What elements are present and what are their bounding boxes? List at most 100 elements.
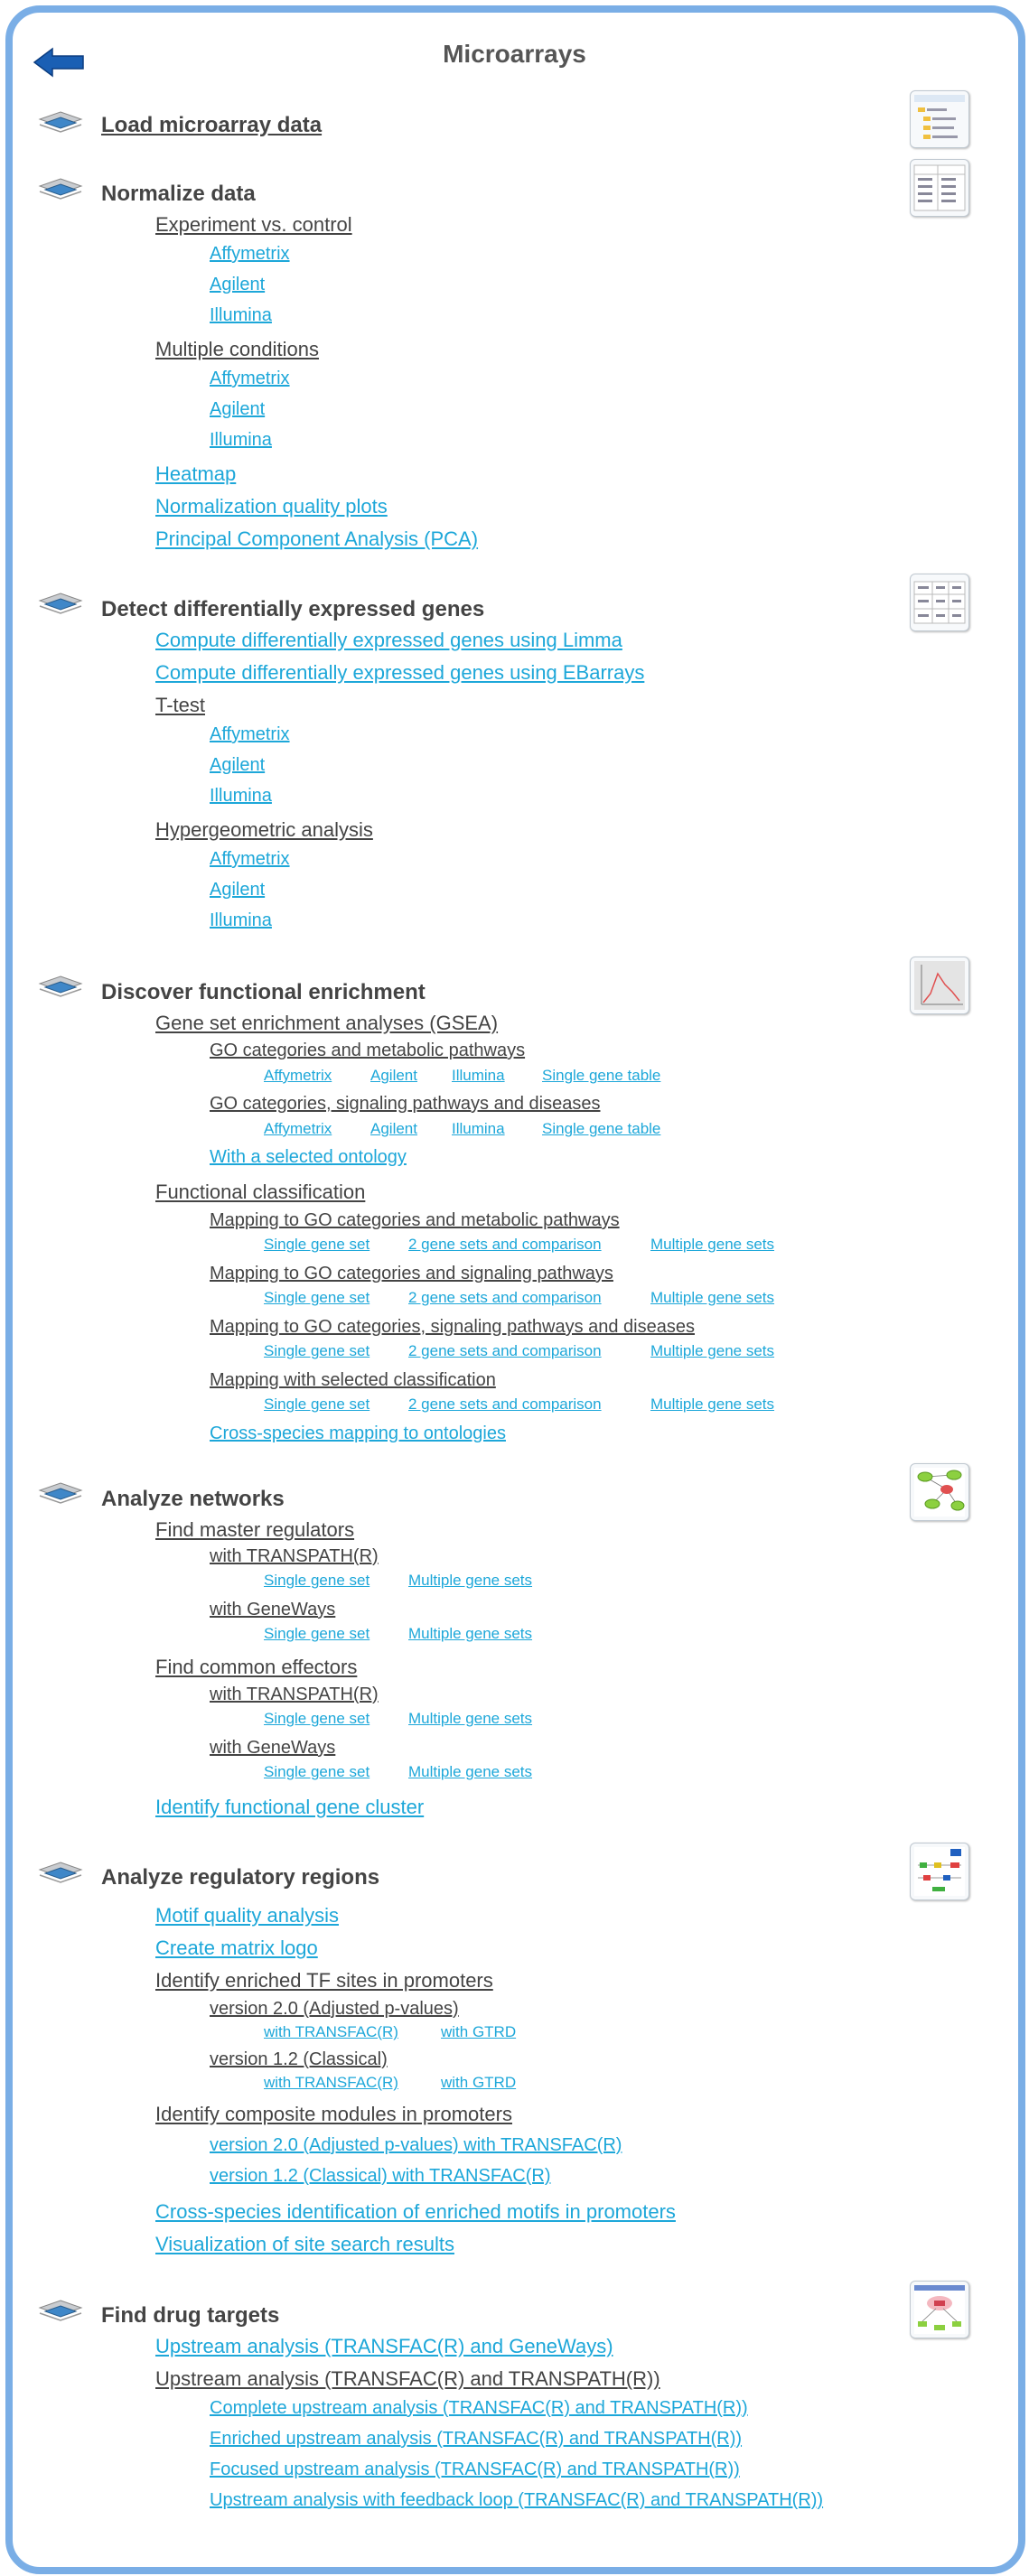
regulatory-regions-thumbnail: [910, 1843, 969, 1900]
complete-upstream-link[interactable]: Complete upstream analysis (TRANSFAC(R) …: [210, 2398, 748, 2419]
limma-link[interactable]: Compute differentially expressed genes u…: [155, 629, 622, 652]
normalize-thumbnail: [910, 159, 969, 217]
mr-transpath-label: with TRANSPATH(R): [210, 1546, 379, 1566]
section-stack-icon: [38, 2300, 83, 2321]
gsea-go-metabolic-single-gene-table-link[interactable]: Single gene table: [542, 1067, 660, 1085]
multiple-conditions-label: Multiple conditions: [155, 338, 319, 360]
master-regulators-label: Find master regulators: [155, 1518, 355, 1541]
experiment-vs-control-label: Experiment vs. control: [155, 213, 352, 236]
matrix-logo-link[interactable]: Create matrix logo: [155, 1937, 318, 1960]
focused-upstream-link[interactable]: Focused upstream analysis (TRANSFAC(R) a…: [210, 2459, 740, 2480]
mr-geneways-label: with GeneWays: [210, 1600, 336, 1619]
selected-ontology-link[interactable]: With a selected ontology: [210, 1147, 407, 1168]
enrichment-chart-thumbnail: [910, 957, 969, 1014]
evc-illumina-link[interactable]: Illumina: [210, 305, 272, 326]
gsea-go-signaling-affymetrix-link[interactable]: Affymetrix: [264, 1120, 332, 1138]
map-selected-classification-label: Mapping with selected classification: [210, 1370, 496, 1390]
map-go-metabolic-single-link[interactable]: Single gene set: [264, 1236, 370, 1254]
upstream-geneways-link[interactable]: Upstream analysis (TRANSFAC(R) and GeneW…: [155, 2335, 613, 2358]
ce-geneways-single-link[interactable]: Single gene set: [264, 1763, 370, 1781]
ce-geneways-multiple-link[interactable]: Multiple gene sets: [408, 1763, 532, 1781]
hyper-affymetrix-link[interactable]: Affymetrix: [210, 849, 290, 870]
gsea-label: Gene set enrichment analyses (GSEA): [155, 1012, 499, 1034]
cross-species-ontologies-link[interactable]: Cross-species mapping to ontologies: [210, 1423, 506, 1444]
regulatory-regions-heading: Analyze regulatory regions: [101, 1865, 380, 1890]
common-effectors-label: Find common effectors: [155, 1656, 358, 1678]
mr-geneways-multiple-link[interactable]: Multiple gene sets: [408, 1625, 532, 1643]
section-stack-icon: [38, 1862, 83, 1883]
section-stack-icon: [38, 111, 83, 133]
gsea-go-metabolic-affymetrix-link[interactable]: Affymetrix: [264, 1067, 332, 1085]
enriched-upstream-link[interactable]: Enriched upstream analysis (TRANSFAC(R) …: [210, 2429, 742, 2450]
hyper-illumina-link[interactable]: Illumina: [210, 910, 272, 931]
analyze-networks-heading: Analyze networks: [101, 1487, 285, 1511]
ttest-affymetrix-link[interactable]: Affymetrix: [210, 724, 290, 745]
tf-v2-gtrd-link[interactable]: with GTRD: [441, 2023, 516, 2041]
mc-agilent-link[interactable]: Agilent: [210, 399, 265, 420]
gsea-go-metabolic-illumina-link[interactable]: Illumina: [452, 1067, 505, 1085]
normalize-data-heading: Normalize data: [101, 182, 256, 206]
gsea-go-metabolic-agilent-link[interactable]: Agilent: [370, 1067, 417, 1085]
heatmap-link[interactable]: Heatmap: [155, 462, 236, 486]
map-go-metabolic-multiple-link[interactable]: Multiple gene sets: [650, 1236, 774, 1254]
ebarrays-link[interactable]: Compute differentially expressed genes u…: [155, 661, 644, 685]
tf-v1-gtrd-link[interactable]: with GTRD: [441, 2074, 516, 2092]
feedback-loop-upstream-link[interactable]: Upstream analysis with feedback loop (TR…: [210, 2490, 823, 2511]
ce-transpath-multiple-link[interactable]: Multiple gene sets: [408, 1710, 532, 1728]
evc-agilent-link[interactable]: Agilent: [210, 275, 265, 295]
t-test-label: T-test: [155, 694, 206, 716]
map-go-signaling-diseases-label: Mapping to GO categories, signaling path…: [210, 1317, 695, 1337]
mr-transpath-single-link[interactable]: Single gene set: [264, 1572, 370, 1590]
functional-classification-label: Functional classification: [155, 1181, 366, 1203]
map-go-signaling-multiple-link[interactable]: Multiple gene sets: [650, 1289, 774, 1307]
map-selected-multiple-link[interactable]: Multiple gene sets: [650, 1395, 774, 1414]
ttest-illumina-link[interactable]: Illumina: [210, 786, 272, 807]
drug-targets-heading: Find drug targets: [101, 2303, 280, 2328]
detect-de-genes-heading: Detect differentially expressed genes: [101, 597, 485, 621]
functional-enrichment-heading: Discover functional enrichment: [101, 980, 426, 1004]
map-go-diseases-multiple-link[interactable]: Multiple gene sets: [650, 1342, 774, 1360]
cm-v2-transfac-link[interactable]: version 2.0 (Adjusted p-values) with TRA…: [210, 2135, 622, 2156]
map-go-signaling-label: Mapping to GO categories and signaling p…: [210, 1264, 613, 1283]
go-signaling-diseases-label: GO categories, signaling pathways and di…: [210, 1094, 601, 1114]
map-selected-single-link[interactable]: Single gene set: [264, 1395, 370, 1414]
cross-species-motifs-link[interactable]: Cross-species identification of enriched…: [155, 2200, 676, 2224]
tf-v1-label: version 1.2 (Classical): [210, 2049, 388, 2069]
tf-v1-transfac-link[interactable]: with TRANSFAC(R): [264, 2074, 398, 2092]
load-data-thumbnail: [910, 90, 969, 148]
map-go-signaling-single-link[interactable]: Single gene set: [264, 1289, 370, 1307]
mc-affymetrix-link[interactable]: Affymetrix: [210, 369, 290, 389]
map-go-metabolic-2sets-link[interactable]: 2 gene sets and comparison: [408, 1236, 602, 1254]
map-go-metabolic-label: Mapping to GO categories and metabolic p…: [210, 1210, 620, 1230]
gsea-go-signaling-agilent-link[interactable]: Agilent: [370, 1120, 417, 1138]
map-selected-2sets-link[interactable]: 2 gene sets and comparison: [408, 1395, 602, 1414]
mr-geneways-single-link[interactable]: Single gene set: [264, 1625, 370, 1643]
hypergeometric-label: Hypergeometric analysis: [155, 818, 373, 841]
motif-quality-link[interactable]: Motif quality analysis: [155, 1904, 339, 1927]
pca-link[interactable]: Principal Component Analysis (PCA): [155, 527, 478, 551]
composite-modules-label: Identify composite modules in promoters: [155, 2103, 512, 2125]
differential-expression-thumbnail: [910, 574, 969, 631]
site-search-visualization-link[interactable]: Visualization of site search results: [155, 2233, 454, 2256]
tf-v2-transfac-link[interactable]: with TRANSFAC(R): [264, 2023, 398, 2041]
gsea-go-signaling-single-gene-table-link[interactable]: Single gene table: [542, 1120, 660, 1138]
section-stack-icon: [38, 1482, 83, 1504]
hyper-agilent-link[interactable]: Agilent: [210, 880, 265, 901]
mr-transpath-multiple-link[interactable]: Multiple gene sets: [408, 1572, 532, 1590]
normalization-quality-plots-link[interactable]: Normalization quality plots: [155, 495, 388, 518]
evc-affymetrix-link[interactable]: Affymetrix: [210, 244, 290, 265]
network-thumbnail: [910, 1463, 969, 1521]
functional-gene-cluster-link[interactable]: Identify functional gene cluster: [155, 1796, 424, 1819]
map-go-diseases-2sets-link[interactable]: 2 gene sets and comparison: [408, 1342, 602, 1360]
map-go-diseases-single-link[interactable]: Single gene set: [264, 1342, 370, 1360]
ce-transpath-single-link[interactable]: Single gene set: [264, 1710, 370, 1728]
cm-v1-transfac-link[interactable]: version 1.2 (Classical) with TRANSFAC(R): [210, 2166, 551, 2187]
load-microarray-data-link[interactable]: Load microarray data: [101, 113, 322, 138]
upstream-transpath-label: Upstream analysis (TRANSFAC(R) and TRANS…: [155, 2367, 660, 2390]
section-stack-icon: [38, 975, 83, 997]
mc-illumina-link[interactable]: Illumina: [210, 430, 272, 451]
ttest-agilent-link[interactable]: Agilent: [210, 755, 265, 776]
map-go-signaling-2sets-link[interactable]: 2 gene sets and comparison: [408, 1289, 602, 1307]
gsea-go-signaling-illumina-link[interactable]: Illumina: [452, 1120, 505, 1138]
section-stack-icon: [38, 593, 83, 614]
